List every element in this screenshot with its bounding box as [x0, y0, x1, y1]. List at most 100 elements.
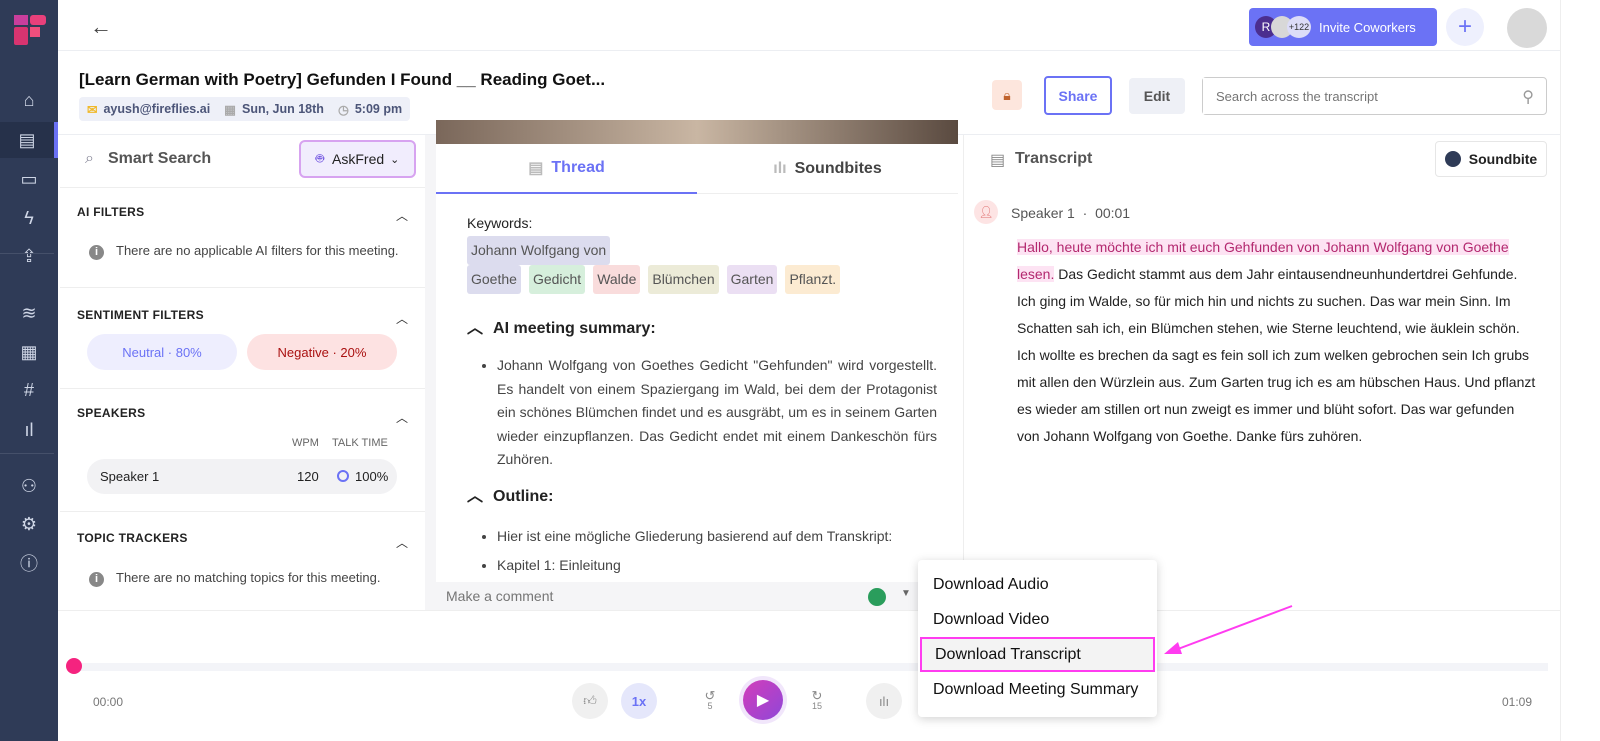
transcript-search[interactable]: ⚲: [1202, 77, 1547, 115]
menu-download-transcript[interactable]: Download Transcript: [920, 637, 1155, 672]
meeting-meta: ✉ ayush@fireflies.ai ▦ Sun, Jun 18th ◷ 5:09…: [79, 97, 411, 121]
chevron-up-icon: ︿: [467, 320, 484, 337]
lightning-icon[interactable]: ϟ: [0, 200, 58, 236]
share-button[interactable]: Share: [1044, 76, 1112, 115]
mail-icon: ✉: [87, 102, 98, 117]
menu-download-meeting-summary[interactable]: Download Meeting Summary: [918, 672, 1157, 707]
search-icon: ⚲: [1522, 89, 1534, 106]
progress-track[interactable]: [68, 663, 1548, 671]
comment-input[interactable]: [436, 582, 836, 610]
menu-download-video[interactable]: Download Video: [918, 602, 1157, 637]
settings-icon[interactable]: ⚙: [0, 506, 58, 542]
tab-thread[interactable]: ▤ Thread: [436, 144, 697, 194]
scrollbar[interactable]: [425, 135, 436, 611]
neutral-filter[interactable]: Neutral · 80%: [87, 334, 237, 370]
keyword-tag[interactable]: Gedicht: [528, 265, 586, 294]
analytics-icon[interactable]: ıl: [0, 412, 58, 448]
soundbite-label: Soundbite: [1468, 151, 1538, 167]
upload-icon[interactable]: ⇪: [0, 238, 58, 274]
outline-list: Hier ist eine mögliche Gliederung basier…: [497, 522, 937, 580]
sentiment-filters-heading: SENTIMENT FILTERS: [77, 308, 204, 322]
info-icon: i: [89, 572, 104, 587]
meeting-time: 5:09 pm: [354, 102, 403, 116]
thumbs-up-icon[interactable]: 👍︎: [572, 683, 608, 719]
document-icon: ▤: [990, 152, 1006, 169]
askfred-label: AskFred: [332, 151, 385, 167]
info-icon[interactable]: ⓘ: [0, 545, 58, 581]
apps-icon[interactable]: ▦: [0, 334, 58, 370]
transcript-text[interactable]: Hallo, heute möchte ich mit euch Gehfund…: [1017, 234, 1539, 450]
negative-filter[interactable]: Negative · 20%: [247, 334, 397, 370]
forward-button[interactable]: ↻ 15: [799, 683, 835, 719]
topics-empty: i There are no matching topics for this m…: [89, 570, 380, 587]
summary-heading[interactable]: ︿ AI meeting summary:: [467, 314, 656, 338]
invite-label: Invite Coworkers: [1319, 19, 1416, 35]
home-icon[interactable]: ⌂: [0, 82, 58, 118]
askfred-button[interactable]: 🤖︎ AskFred ⌄: [299, 140, 416, 178]
back-arrow-icon[interactable]: ←: [90, 14, 112, 40]
chevron-up-icon[interactable]: ︿: [396, 409, 408, 426]
summary-list: Johann Wolfgang von Goethes Gedicht "Geh…: [497, 354, 937, 472]
user-avatar[interactable]: [1507, 8, 1547, 48]
outline-heading[interactable]: ︿ Outline:: [467, 482, 553, 506]
rewind-button[interactable]: ↺ 5: [692, 683, 728, 719]
meetings-icon[interactable]: ▭: [0, 161, 58, 197]
ai-filters-empty: i There are no applicable AI filters for …: [89, 243, 399, 260]
speaker-label[interactable]: Speaker 1 · 00:01: [1011, 205, 1130, 221]
keywords-label: Keywords:: [467, 215, 533, 231]
soundbite-button[interactable]: Soundbite: [1435, 141, 1547, 177]
play-button[interactable]: ▶: [743, 680, 783, 720]
hashtag-icon[interactable]: #: [0, 372, 58, 408]
ai-filters-heading: AI FILTERS: [77, 205, 145, 219]
keyword-tag[interactable]: Goethe: [467, 265, 521, 294]
speaker-row[interactable]: Speaker 1 120 100%: [87, 459, 397, 494]
annotation-arrow: [1164, 605, 1293, 654]
chevron-up-icon[interactable]: ︿: [396, 207, 408, 224]
topics-empty-text: There are no matching topics for this me…: [116, 570, 381, 585]
caret-down-icon[interactable]: ▼: [901, 588, 911, 599]
keyword-tag[interactable]: Pflanzt.: [785, 265, 841, 294]
globe-icon[interactable]: [868, 588, 886, 606]
add-button[interactable]: +: [1446, 8, 1484, 46]
video-thumbnail[interactable]: [436, 120, 958, 144]
speaker-talk-time: 100%: [355, 469, 389, 484]
speaker-avatar-icon: 👤︎: [974, 200, 998, 224]
meeting-title: [Learn German with Poetry] Gefunden I Fo…: [79, 70, 606, 89]
tab-soundbites[interactable]: ılı Soundbites: [697, 144, 958, 194]
invite-coworkers-button[interactable]: R +122 Invite Coworkers: [1249, 8, 1437, 46]
thread-icon: ▤: [528, 160, 544, 177]
waveform-icon[interactable]: ılı: [866, 683, 902, 719]
robot-icon: 🤖︎: [315, 150, 325, 166]
team-icon[interactable]: ⚇: [0, 468, 58, 504]
layers-icon[interactable]: ≋: [0, 295, 58, 331]
progress-handle[interactable]: [66, 658, 82, 674]
organizer-email: ayush@fireflies.ai: [103, 102, 211, 116]
edit-button[interactable]: Edit: [1129, 78, 1185, 114]
talk-time-header: TALK TIME: [332, 437, 388, 449]
rewind-seconds: 5: [707, 701, 713, 711]
ai-filters-empty-text: There are no applicable AI filters for t…: [116, 243, 399, 258]
transcript-search-input[interactable]: [1203, 78, 1503, 114]
comment-box[interactable]: ▼: [436, 582, 963, 610]
menu-download-audio[interactable]: Download Audio: [918, 567, 1157, 602]
tab-thread-label: Thread: [551, 159, 605, 176]
fireflies-logo[interactable]: [14, 15, 46, 45]
keyword-tag[interactable]: Blümchen: [648, 265, 719, 294]
keyword-tag[interactable]: Garten: [726, 265, 778, 294]
chevron-up-icon[interactable]: ︿: [396, 534, 408, 551]
keyword-tag[interactable]: Walde: [593, 265, 641, 294]
meeting-date: Sun, Jun 18th: [241, 102, 324, 116]
notebook-icon[interactable]: ▤: [0, 122, 58, 158]
chevron-up-icon[interactable]: ︿: [396, 310, 408, 327]
sidebar: ⌂ ▤ ▭ ϟ ⇪ ≋ ▦ # ıl ⚇ ⚙ ⓘ: [0, 0, 58, 741]
waveform-icon: ılı: [773, 159, 787, 177]
keyword-tag[interactable]: Johann Wolfgang von: [467, 236, 611, 265]
outline-item: Hier ist eine mögliche Gliederung basier…: [497, 522, 937, 551]
speed-button[interactable]: 1x: [621, 683, 657, 719]
tab-soundbites-label: Soundbites: [794, 159, 882, 177]
speaker-time: 00:01: [1095, 205, 1131, 221]
download-menu: Download Audio Download Video Download T…: [918, 560, 1157, 717]
transcript-body: Das Gedicht stammt aus dem Jahr eintause…: [1017, 266, 1536, 444]
lock-icon[interactable]: 🔒︎: [992, 80, 1022, 110]
outline-item: Kapitel 1: Einleitung: [497, 551, 937, 580]
